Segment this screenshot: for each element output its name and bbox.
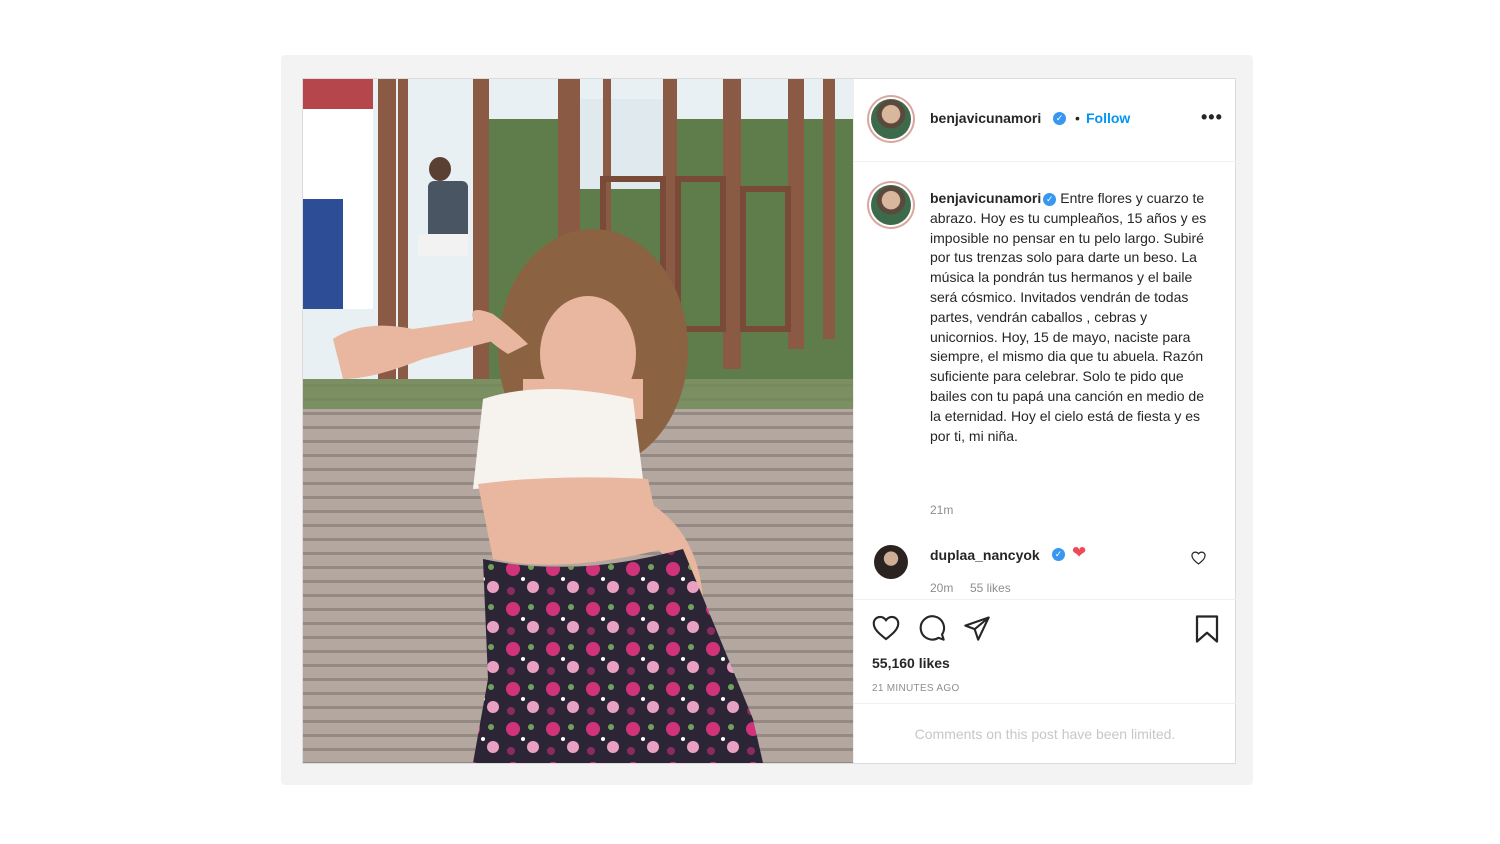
post-caption: benjavicunamori ✓ Entre flores y cuarzo te… <box>930 189 1212 446</box>
comment-timestamp[interactable]: 20m <box>930 581 953 595</box>
photo-illustration <box>303 79 853 763</box>
post-actions: 55,160 likes 21 MINUTES AGO <box>854 599 1236 704</box>
verified-badge-icon: ✓ <box>1053 112 1066 125</box>
comment-like-heart-icon[interactable] <box>1191 551 1206 568</box>
post-photo[interactable] <box>303 79 853 763</box>
post-side-panel: benjavicunamori ✓ • Follow ••• benjavicu… <box>853 79 1236 763</box>
author-avatar[interactable] <box>871 99 911 139</box>
likes-count[interactable]: 55,160 likes <box>872 655 950 671</box>
author-username[interactable]: benjavicunamori <box>930 110 1041 126</box>
more-options-icon[interactable]: ••• <box>1201 107 1223 128</box>
comments-limited-notice: Comments on this post have been limited. <box>854 703 1236 764</box>
post-header: benjavicunamori ✓ • Follow ••• <box>854 79 1236 162</box>
caption-text: Entre flores y cuarzo te abrazo. Hoy es … <box>930 190 1207 444</box>
post-timestamp[interactable]: 21 MINUTES AGO <box>872 683 960 694</box>
caption-verified-badge-icon: ✓ <box>1043 193 1057 206</box>
instagram-post: benjavicunamori ✓ • Follow ••• benjavicu… <box>302 78 1236 764</box>
heart-icon[interactable] <box>872 615 900 646</box>
paper-plane-icon[interactable] <box>963 614 991 647</box>
comment-icon[interactable] <box>918 614 946 647</box>
separator-dot: • <box>1075 110 1080 126</box>
commenter-verified-badge-icon: ✓ <box>1052 548 1065 561</box>
commenter-avatar[interactable] <box>874 545 908 579</box>
commenter-username[interactable]: duplaa_nancyok <box>930 547 1040 563</box>
follow-button[interactable]: Follow <box>1086 110 1130 126</box>
comment-likes-count[interactable]: 55 likes <box>970 581 1011 595</box>
caption-username[interactable]: benjavicunamori <box>930 190 1041 206</box>
bookmark-icon[interactable] <box>1194 614 1220 649</box>
caption-author-avatar[interactable] <box>871 185 911 225</box>
comment-heart-emoji: ❤ <box>1072 543 1087 562</box>
caption-timestamp[interactable]: 21m <box>930 503 953 517</box>
